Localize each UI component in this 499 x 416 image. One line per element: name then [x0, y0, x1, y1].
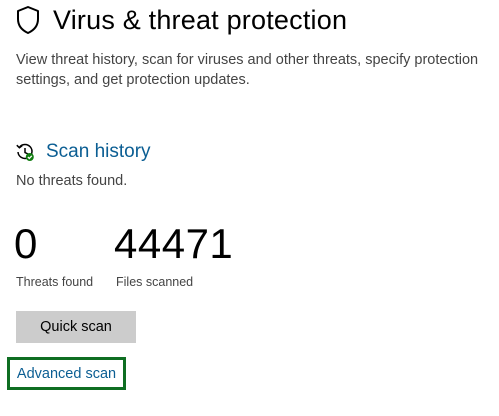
page-description: View threat history, scan for viruses an… [16, 50, 499, 90]
threats-found-stat: 0 Threats found [14, 219, 93, 289]
description-line: settings, and get protection updates. [16, 72, 250, 88]
scan-status-text: No threats found. [16, 173, 128, 189]
threats-found-label: Threats found [16, 275, 94, 289]
virus-threat-protection-page: Virus & threat protection View threat hi… [0, 0, 499, 416]
scan-history-header[interactable]: Scan history [15, 139, 151, 165]
scan-history-link[interactable]: Scan history [46, 141, 151, 163]
files-scanned-label: Files scanned [116, 275, 194, 289]
advanced-scan-link[interactable]: Advanced scan [7, 357, 126, 390]
threats-found-value: 0 [14, 220, 38, 267]
history-icon [15, 142, 35, 162]
files-scanned-value: 44471 [114, 220, 234, 267]
description-line: View threat history, scan for viruses an… [16, 52, 479, 68]
page-header: Virus & threat protection [15, 2, 347, 38]
files-scanned-stat: 44471 Files scanned [114, 219, 233, 289]
quick-scan-button[interactable]: Quick scan [16, 311, 136, 343]
shield-icon [15, 5, 41, 35]
page-title: Virus & threat protection [53, 4, 348, 35]
